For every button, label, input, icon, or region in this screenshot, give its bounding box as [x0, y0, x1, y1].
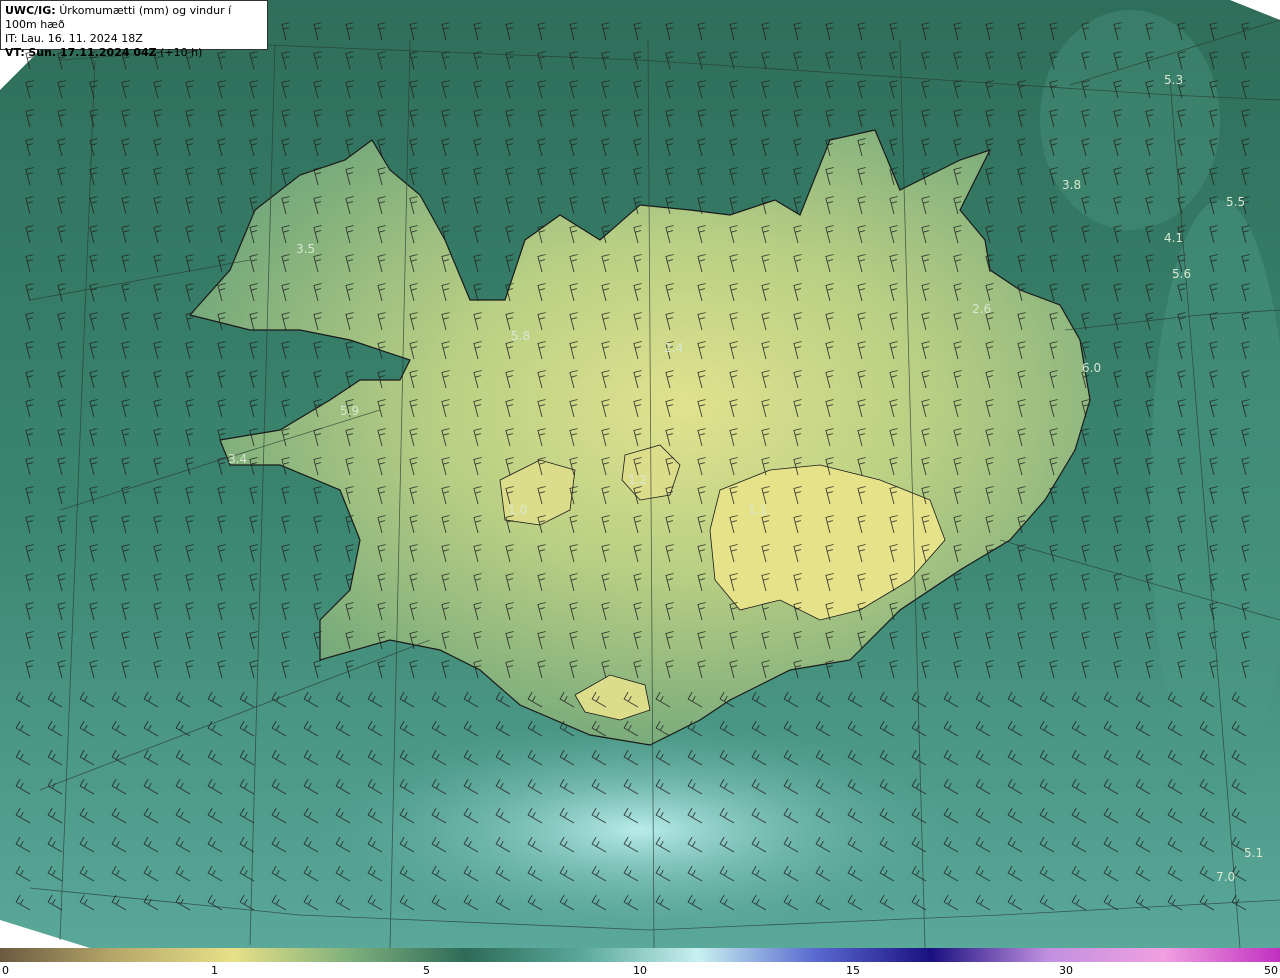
value-label: 3.8: [1062, 178, 1081, 192]
init-time-label: IT:: [5, 32, 18, 45]
colorbar-tick-label: 1: [211, 964, 218, 977]
value-label: 5.3: [1164, 73, 1183, 87]
value-label: 7.0: [1216, 870, 1235, 884]
colorbar-tick-label: 50: [1264, 964, 1278, 977]
value-label: 4.1: [1164, 231, 1183, 245]
value-label: 2.6: [972, 302, 991, 316]
value-label: 5.5: [1226, 195, 1245, 209]
precip-colorbar: [0, 948, 1280, 962]
init-time-value: Lau. 16. 11. 2024 18Z: [20, 32, 143, 45]
value-label: 5.9: [340, 404, 359, 418]
colorbar-labels: 0 1 5 10 15 30 50: [0, 962, 1280, 978]
valid-time-label: VT:: [5, 46, 25, 59]
map-header: UWC/IG: Úrkomumætti (mm) og vindur í 100…: [0, 0, 268, 59]
colorbar-tick-label: 15: [846, 964, 860, 977]
valid-time-offset: (+10 h): [160, 46, 203, 59]
title-line: UWC/IG: Úrkomumætti (mm) og vindur í 100…: [5, 4, 263, 32]
colorbar-tick-label: 0: [2, 964, 9, 977]
value-label: 1.2: [628, 473, 647, 487]
value-label: 5.1: [1244, 846, 1263, 860]
colorbar-tick-label: 10: [633, 964, 647, 977]
valid-time-value: Sun. 17.11.2024 04Z: [28, 46, 157, 59]
value-label: 6.0: [1082, 361, 1101, 375]
colorbar-tick-label: 30: [1059, 964, 1073, 977]
cyan-precip-area: [320, 720, 960, 940]
value-label: 5.8: [511, 329, 530, 343]
forecast-map: 5.3 3.8 5.5 4.1 5.6 3.5 2.6 5.8 2.4 6.0 …: [0, 0, 1280, 948]
value-label: 1.0: [508, 503, 527, 517]
value-label: 1.1: [748, 503, 767, 517]
value-label: 3.5: [296, 242, 315, 256]
value-label: 5.6: [1172, 267, 1191, 281]
value-label: 2.4: [664, 341, 683, 355]
valid-time-line: VT: Sun. 17.11.2024 04Z (+10 h): [5, 46, 263, 60]
colorbar-tick-label: 5: [423, 964, 430, 977]
product-code: UWC/IG:: [5, 4, 56, 17]
init-time-line: IT: Lau. 16. 11. 2024 18Z: [5, 32, 263, 46]
value-label: 3.4: [228, 452, 247, 466]
